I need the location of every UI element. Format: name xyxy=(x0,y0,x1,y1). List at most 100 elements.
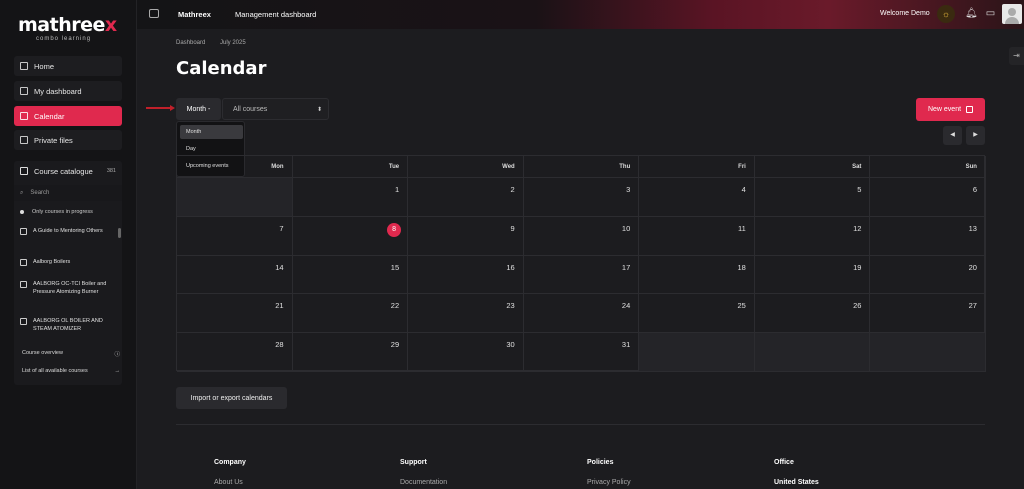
footer-link-documentation[interactable]: Documentation xyxy=(400,479,447,486)
day-number[interactable]: 26 xyxy=(853,301,861,310)
calendar-day[interactable]: 9 xyxy=(408,216,524,256)
calendar-day[interactable]: 14 xyxy=(177,255,293,295)
calendar-day[interactable]: 8 xyxy=(292,216,409,256)
calendar-day[interactable]: 18 xyxy=(639,255,755,295)
day-number[interactable]: 28 xyxy=(275,340,283,349)
day-number[interactable]: 1 xyxy=(395,185,399,194)
calendar-day[interactable]: 7 xyxy=(177,216,293,256)
nav-calendar[interactable]: Calendar xyxy=(14,106,122,126)
calendar-day[interactable]: 21 xyxy=(177,294,293,334)
day-number[interactable]: 31 xyxy=(622,340,630,349)
day-number[interactable]: 14 xyxy=(275,263,283,272)
day-number[interactable]: 10 xyxy=(622,224,630,233)
course-item[interactable]: AALBORG OC-TCI Boiler and Pressure Atomi… xyxy=(20,280,116,296)
view-option-day[interactable]: Day xyxy=(180,142,243,156)
calendar-day[interactable]: 10 xyxy=(523,216,640,256)
nav-dashboard[interactable]: My dashboard xyxy=(14,81,122,101)
calendar-day[interactable]: 22 xyxy=(292,294,409,334)
day-number[interactable]: 25 xyxy=(738,301,746,310)
sidebar-toggle-icon[interactable] xyxy=(149,9,159,18)
calendar-day[interactable]: 11 xyxy=(639,216,755,256)
calendar-day[interactable]: 12 xyxy=(754,216,871,256)
calendar-day[interactable]: 6 xyxy=(870,178,986,217)
day-number[interactable]: 6 xyxy=(973,185,977,194)
drawer-toggle-icon[interactable]: ⇥ xyxy=(1009,47,1024,65)
management-dashboard-link[interactable]: Management dashboard xyxy=(235,10,316,19)
calendar-day[interactable]: 5 xyxy=(754,178,871,217)
view-option-month[interactable]: Month xyxy=(180,125,243,139)
footer-link-privacy[interactable]: Privacy Policy xyxy=(587,479,631,486)
calendar-day[interactable]: 13 xyxy=(870,216,986,256)
day-number[interactable]: 12 xyxy=(853,224,861,233)
new-event-button[interactable]: New event xyxy=(916,98,985,121)
footer-link-about[interactable]: About Us xyxy=(214,479,243,486)
calendar-day[interactable]: 30 xyxy=(408,333,524,372)
day-number[interactable]: 16 xyxy=(506,263,514,272)
day-number[interactable]: 30 xyxy=(506,340,514,349)
day-number[interactable]: 27 xyxy=(969,301,977,310)
day-number[interactable]: 29 xyxy=(391,340,399,349)
course-item[interactable]: A Guide to Mentoring Others xyxy=(20,227,116,235)
day-number[interactable]: 2 xyxy=(511,185,515,194)
arrow-right-icon: → xyxy=(114,368,121,374)
brand-logo[interactable]: mathreex combo learning xyxy=(18,14,128,42)
calendar-day[interactable]: 19 xyxy=(754,255,871,295)
calendar-day[interactable]: 29 xyxy=(292,333,409,372)
import-export-button[interactable]: Import or export calendars xyxy=(176,387,287,409)
calendar-day[interactable]: 15 xyxy=(292,255,409,295)
day-number[interactable]: 5 xyxy=(857,185,861,194)
day-number[interactable]: 4 xyxy=(742,185,746,194)
view-select-button[interactable]: Month - xyxy=(176,98,221,120)
day-number[interactable]: 21 xyxy=(275,301,283,310)
filter-in-progress[interactable]: Only courses in progress xyxy=(14,205,122,219)
course-item[interactable]: AALBORG OL BOILER AND STEAM ATOMIZER xyxy=(20,317,116,333)
day-number[interactable]: 17 xyxy=(622,263,630,272)
calendar-day[interactable]: 3 xyxy=(523,178,640,217)
calendar-day[interactable]: 1 xyxy=(292,178,409,217)
calendar-day[interactable]: 25 xyxy=(639,294,755,334)
calendar-day[interactable]: 2 xyxy=(408,178,524,217)
day-number[interactable]: 23 xyxy=(506,301,514,310)
day-number[interactable]: 19 xyxy=(853,263,861,272)
catalogue-scrollbar[interactable] xyxy=(118,228,121,238)
day-number[interactable]: 18 xyxy=(738,263,746,272)
avatar[interactable] xyxy=(1002,4,1022,24)
day-number[interactable]: 3 xyxy=(626,185,630,194)
calendar-day[interactable]: 20 xyxy=(870,255,986,295)
breadcrumb-dashboard[interactable]: Dashboard xyxy=(176,40,205,46)
catalogue-header[interactable]: Course catalogue 381 xyxy=(14,161,122,181)
bell-icon[interactable]: 🔔︎ xyxy=(965,8,978,19)
day-number[interactable]: 22 xyxy=(391,301,399,310)
prev-month-button[interactable]: ◀ xyxy=(943,126,962,145)
course-item[interactable]: Aalborg Boilers xyxy=(20,258,116,266)
nav-home[interactable]: Home xyxy=(14,56,122,76)
all-courses-link[interactable]: List of all available courses → xyxy=(22,368,120,374)
nav-private-files[interactable]: Private files xyxy=(14,130,122,150)
weekday-header: Sat xyxy=(754,156,871,178)
day-number[interactable]: 24 xyxy=(622,301,630,310)
day-number[interactable]: 15 xyxy=(391,263,399,272)
sun-icon[interactable]: ☼ xyxy=(937,5,955,23)
day-number[interactable]: 7 xyxy=(279,224,283,233)
chat-icon[interactable]: ▭ xyxy=(985,8,996,19)
calendar-day[interactable]: 27 xyxy=(870,294,986,334)
calendar-day[interactable]: 17 xyxy=(523,255,640,295)
day-number[interactable]: 20 xyxy=(969,263,977,272)
calendar-day[interactable]: 31 xyxy=(523,333,640,372)
calendar-day[interactable]: 24 xyxy=(523,294,640,334)
day-number[interactable]: 11 xyxy=(738,224,746,233)
day-number[interactable]: 13 xyxy=(969,224,977,233)
site-link[interactable]: Mathreex xyxy=(178,10,211,19)
dashboard-icon xyxy=(20,87,28,95)
catalogue-search-input[interactable]: ⌕ Search xyxy=(14,185,122,201)
calendar-day[interactable]: 26 xyxy=(754,294,871,334)
calendar-day[interactable]: 16 xyxy=(408,255,524,295)
next-month-button[interactable]: ▶ xyxy=(966,126,985,145)
calendar-day[interactable]: 23 xyxy=(408,294,524,334)
calendar-day[interactable]: 4 xyxy=(639,178,755,217)
course-select[interactable]: All courses ⬍ xyxy=(222,98,329,120)
day-number[interactable]: 9 xyxy=(511,224,515,233)
today-marker[interactable]: 8 xyxy=(387,222,402,237)
course-overview-link[interactable]: Course overview ⓘ xyxy=(22,350,120,358)
calendar-day[interactable]: 28 xyxy=(177,333,293,372)
